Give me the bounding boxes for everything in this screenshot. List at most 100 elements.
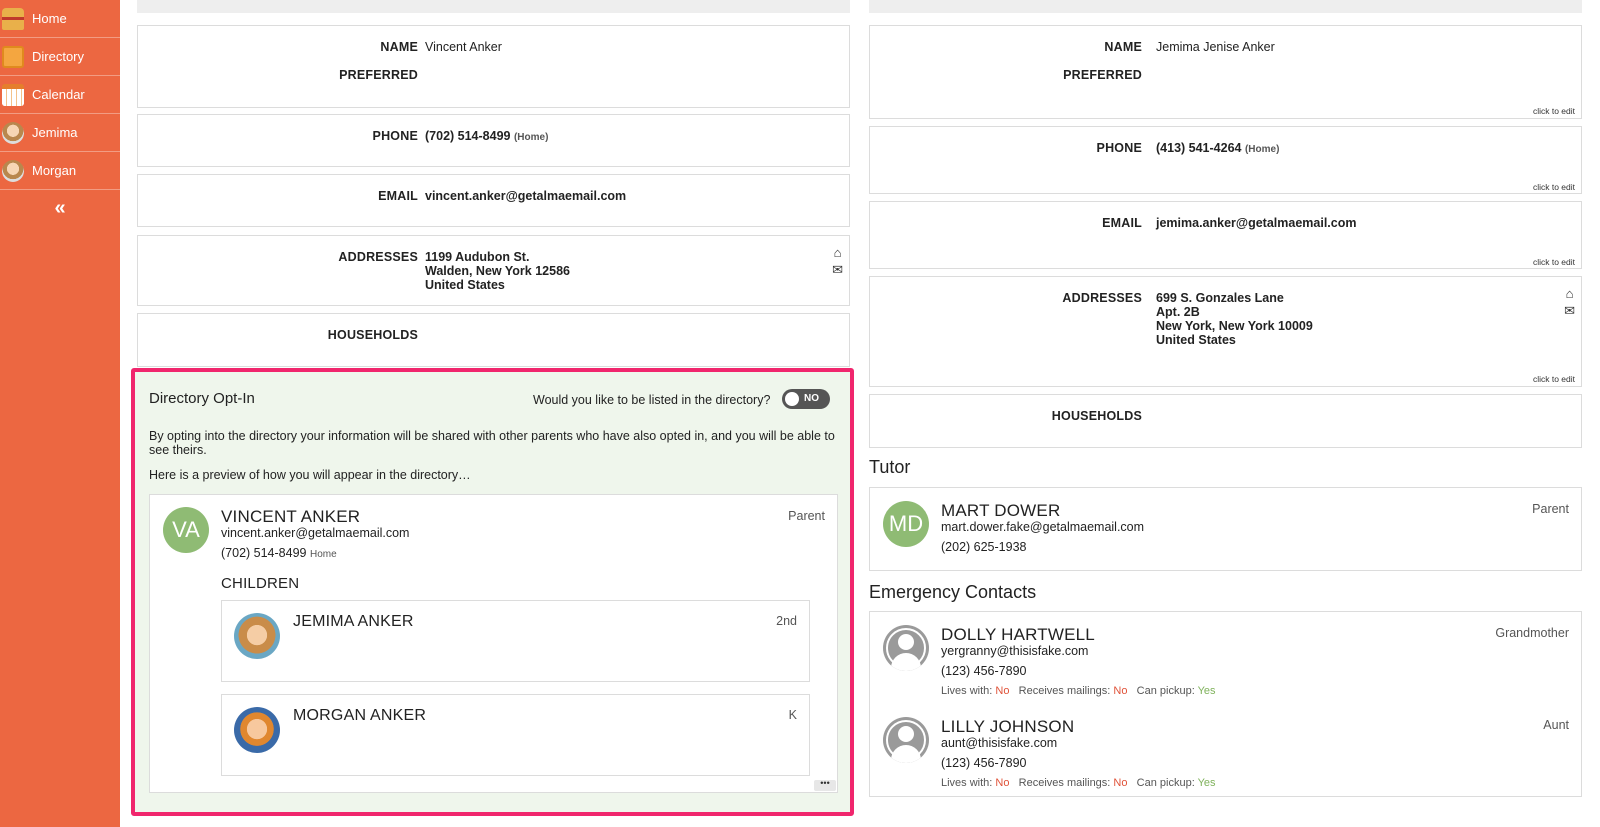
sidebar-item-label: Calendar [32,87,85,102]
contact-role: Parent [1532,502,1569,516]
preview-email: vincent.anker@getalmaemail.com [221,526,410,540]
top-bar [869,0,1582,13]
child-grade: 2nd [776,614,797,628]
contact-flags: Lives with: No Receives mailings: No Can… [941,777,1216,789]
children-heading: CHILDREN [221,575,300,592]
contact-email: yergranny@thisisfake.com [941,644,1089,658]
households-card[interactable]: HOUSEHOLDS [137,313,850,367]
field-label: PREFERRED [1063,68,1142,82]
phone-type: (Home) [513,132,549,143]
child-card[interactable]: MORGAN ANKER K [221,694,810,776]
directory-opt-in-panel: Directory Opt-In Would you like to be li… [131,368,854,816]
click-to-edit-link[interactable]: click to edit [1533,374,1575,384]
more-options-button[interactable]: ••• [814,779,836,791]
sidebar-item-jemima[interactable]: Jemima [0,114,120,152]
email-card[interactable]: EMAIL vincent.anker@getalmaemail.com [137,174,850,227]
name-value: Jemima Jenise Anker [1156,40,1275,54]
person-placeholder-icon [883,625,929,671]
contact-flags: Lives with: No Receives mailings: No Can… [941,685,1216,697]
contact-role: Grandmother [1495,626,1569,640]
email-value: vincent.anker@getalmaemail.com [425,189,627,203]
home-icon: ⌂ [833,245,842,260]
field-label: PREFERRED [339,68,418,82]
sidebar-item-label: Home [32,11,67,26]
preview-name: VINCENT ANKER [221,507,361,526]
addresses-card[interactable]: ADDRESSES 699 S. Gonzales Lane Apt. 2B N… [869,276,1582,387]
name-card[interactable]: NAME Jemima Jenise Anker PREFERRED click… [869,25,1582,119]
double-chevron-left-icon: « [54,196,66,219]
contact-email: mart.dower.fake@getalmaemail.com [941,520,1145,534]
phone-card[interactable]: PHONE (413) 541-4264 (Home) click to edi… [869,126,1582,194]
field-label: ADDRESSES [338,250,418,264]
emergency-contacts-card: DOLLY HARTWELL yergranny@thisisfake.com … [869,611,1582,797]
field-label: PHONE [372,129,418,143]
toggle-knob [785,392,799,406]
phone-value: (702) 514-8499 (Home) [425,129,549,143]
sidebar-item-morgan[interactable]: Morgan [0,152,120,190]
phone-type: (Home) [1244,144,1280,155]
contact-email: aunt@thisisfake.com [941,736,1058,750]
tutor-card[interactable]: MD MART DOWER mart.dower.fake@getalmaema… [869,487,1582,571]
field-label: HOUSEHOLDS [1051,409,1142,423]
child-photo [234,707,280,753]
preview-role: Parent [788,509,825,523]
home-icon: ⌂ [1565,286,1574,301]
child-card[interactable]: JEMIMA ANKER 2nd [221,600,810,682]
phone-type: Home [309,549,337,560]
student-avatar [2,121,24,144]
contact-phone: (202) 625-1938 [941,540,1027,554]
email-card[interactable]: EMAIL jemima.anker@getalmaemail.com clic… [869,201,1582,269]
tutor-heading: Tutor [869,457,911,477]
sidebar: Home Directory Calendar Jemima Morgan « [0,0,120,827]
field-label: EMAIL [1102,216,1142,230]
opt-in-preview-text: Here is a preview of how you will appear… [149,468,471,482]
click-to-edit-link[interactable]: click to edit [1533,182,1575,192]
top-bar [137,0,850,13]
opt-in-title: Directory Opt-In [149,390,255,407]
field-label: NAME [1104,40,1142,54]
field-label: EMAIL [378,189,418,203]
sidebar-item-label: Morgan [32,163,77,178]
preview-phone: (702) 514-8499 Home [221,546,337,560]
directory-book-icon [2,45,24,68]
contact-name: LILLY JOHNSON [941,717,1075,736]
field-label: PHONE [1096,141,1142,155]
toggle-state: NO [804,393,819,404]
directory-opt-in-toggle[interactable]: NO [782,389,830,409]
initials-avatar: MD [883,501,929,547]
address-value: 1199 Audubon St. Walden, New York 12586 … [425,250,570,292]
directory-preview-card: VA VINCENT ANKER vincent.anker@getalmaem… [149,494,838,793]
field-label: NAME [380,40,418,54]
person-placeholder-icon [883,717,929,763]
phone-value: (413) 541-4264 (Home) [1156,141,1280,155]
sidebar-item-label: Directory [32,49,85,64]
child-name: JEMIMA ANKER [293,613,414,630]
child-photo [234,613,280,659]
contact-role: Aunt [1543,718,1569,732]
name-card[interactable]: NAME Vincent Anker PREFERRED [137,25,850,108]
click-to-edit-link[interactable]: click to edit [1533,257,1575,267]
student-avatar [2,159,24,182]
field-label: ADDRESSES [1062,291,1142,305]
sidebar-item-directory[interactable]: Directory [0,38,120,76]
contact-name: DOLLY HARTWELL [941,625,1095,644]
households-card[interactable]: HOUSEHOLDS [869,394,1582,448]
collapse-sidebar-button[interactable]: « [0,190,120,226]
initials-avatar: VA [163,507,209,553]
envelope-icon: ✉ [1564,303,1575,318]
emergency-contacts-heading: Emergency Contacts [869,582,1037,602]
contact-phone: (123) 456-7890 [941,664,1027,678]
contact-name: MART DOWER [941,501,1061,520]
addresses-card[interactable]: ADDRESSES 1199 Audubon St. Walden, New Y… [137,235,850,306]
phone-card[interactable]: PHONE (702) 514-8499 (Home) [137,114,850,167]
school-house-icon [2,7,24,30]
email-value: jemima.anker@getalmaemail.com [1156,216,1357,230]
sidebar-item-home[interactable]: Home [0,0,120,38]
envelope-icon: ✉ [832,262,843,277]
click-to-edit-link[interactable]: click to edit [1533,106,1575,116]
opt-in-question: Would you like to be listed in the direc… [533,393,771,407]
sidebar-item-calendar[interactable]: Calendar [0,76,120,114]
child-name: MORGAN ANKER [293,707,427,724]
field-label: HOUSEHOLDS [327,328,418,342]
contact-phone: (123) 456-7890 [941,756,1027,770]
